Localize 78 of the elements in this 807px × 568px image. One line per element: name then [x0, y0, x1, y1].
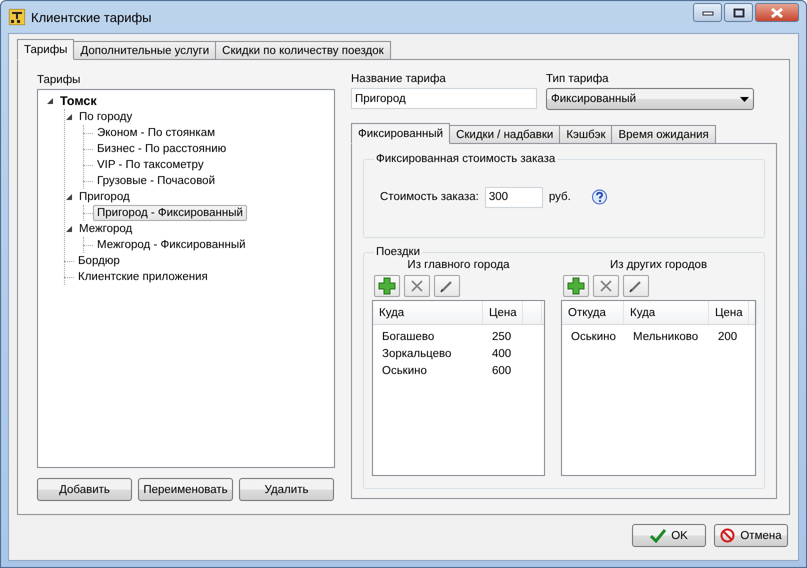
add-button[interactable]: [374, 275, 400, 297]
tree-item[interactable]: Пригород - Фиксированный: [93, 205, 247, 221]
close-icon: [411, 280, 423, 292]
tab[interactable]: Время ожидания: [611, 125, 716, 143]
tariff-name-field[interactable]: Пригород: [351, 88, 537, 109]
table-cell-text: 400: [491, 348, 512, 360]
cancel-button[interactable]: Отмена: [714, 524, 788, 547]
window-title: Клиентские тарифы: [31, 10, 152, 24]
column-header[interactable]: Куда: [624, 301, 709, 324]
no-entry-icon: [720, 528, 736, 543]
plus-icon: [378, 277, 396, 295]
tree-item[interactable]: VIP - По таксометру: [93, 157, 208, 173]
close-button[interactable]: [755, 3, 799, 22]
expand-triangle-icon[interactable]: [46, 97, 54, 105]
table-cell-text: 600: [491, 364, 512, 376]
plus-icon: [567, 277, 585, 295]
tab[interactable]: Кэшбэк: [559, 125, 612, 143]
table-cell-text: Богашево: [381, 330, 436, 342]
edit-button[interactable]: [434, 275, 460, 297]
maximize-icon: [732, 8, 744, 18]
tab[interactable]: Скидки / надбавки: [449, 125, 560, 143]
tree-item[interactable]: Грузовые - Почасовой: [93, 173, 219, 189]
tree-item[interactable]: Бордюр: [74, 253, 124, 269]
tree-button[interactable]: Добавить: [37, 478, 132, 501]
tree-item[interactable]: Томск: [56, 93, 101, 109]
field-label: Название тарифа: [351, 72, 447, 87]
minimize-button[interactable]: [693, 3, 722, 22]
table-cell-text: 250: [491, 330, 512, 342]
delete-button[interactable]: [593, 275, 619, 297]
tree-item[interactable]: Бизнес - По расстоянию: [93, 141, 230, 157]
pencil-icon: [440, 279, 454, 293]
help-icon[interactable]: [590, 188, 608, 206]
tariff-type-dropdown[interactable]: Фиксированный: [546, 88, 754, 110]
ok-button[interactable]: OK: [632, 524, 706, 547]
column-header[interactable]: Откуда: [562, 301, 624, 324]
list-title: Из других городов: [608, 259, 708, 273]
tree-button[interactable]: Удалить: [239, 478, 334, 501]
column-header[interactable]: Куда: [373, 301, 483, 324]
dropdown-caret-icon: [740, 96, 749, 102]
add-button[interactable]: [563, 275, 589, 297]
field-label: Тип тарифа: [546, 72, 610, 87]
list-title: Из главного города: [406, 259, 511, 273]
close-icon: [770, 8, 784, 18]
tree-label: Тарифы: [37, 73, 82, 88]
tab[interactable]: Скидки по количеству поездок: [215, 41, 391, 59]
checkmark-icon: [650, 528, 666, 542]
cost-field[interactable]: 300: [484, 186, 543, 208]
tree-item[interactable]: По городу: [75, 109, 136, 125]
pencil-icon: [629, 279, 643, 293]
tree-button[interactable]: Переименовать: [138, 478, 233, 501]
table-cell-text: 200: [717, 330, 738, 342]
tree-item[interactable]: Эконом - По стоянкам: [93, 125, 219, 141]
expand-triangle-icon[interactable]: [65, 193, 73, 201]
close-icon: [600, 280, 612, 292]
minimize-icon: [702, 10, 714, 16]
tree-item[interactable]: Клиентские приложения: [74, 269, 212, 285]
tab[interactable]: Тарифы: [17, 39, 74, 60]
group-title: Фиксированная стоимость заказа: [375, 153, 556, 165]
expand-triangle-icon[interactable]: [65, 225, 73, 233]
cost-label: Стоимость заказа:: [380, 191, 479, 203]
table-cell-text: Мельниково: [632, 330, 700, 342]
column-header[interactable]: Цена: [483, 301, 523, 324]
delete-button[interactable]: [404, 275, 430, 297]
table-cell-text: Зоркальцево: [381, 348, 452, 360]
table-cell-text: Оськино: [570, 330, 617, 342]
maximize-button[interactable]: [724, 3, 753, 22]
group-title: Поездки: [375, 246, 421, 258]
tab[interactable]: Фиксированный: [351, 123, 450, 144]
expand-triangle-icon[interactable]: [65, 113, 73, 121]
column-header[interactable]: Цена: [709, 301, 749, 324]
app-icon: [9, 9, 25, 25]
tree-item[interactable]: Пригород: [75, 189, 134, 205]
edit-button[interactable]: [623, 275, 649, 297]
table-cell-text: Оськино: [381, 364, 428, 376]
tab[interactable]: Дополнительные услуги: [73, 41, 216, 59]
currency-label: руб.: [548, 191, 571, 203]
tree-item[interactable]: Межгород: [75, 221, 136, 237]
tree-item[interactable]: Межгород - Фиксированный: [93, 237, 250, 253]
